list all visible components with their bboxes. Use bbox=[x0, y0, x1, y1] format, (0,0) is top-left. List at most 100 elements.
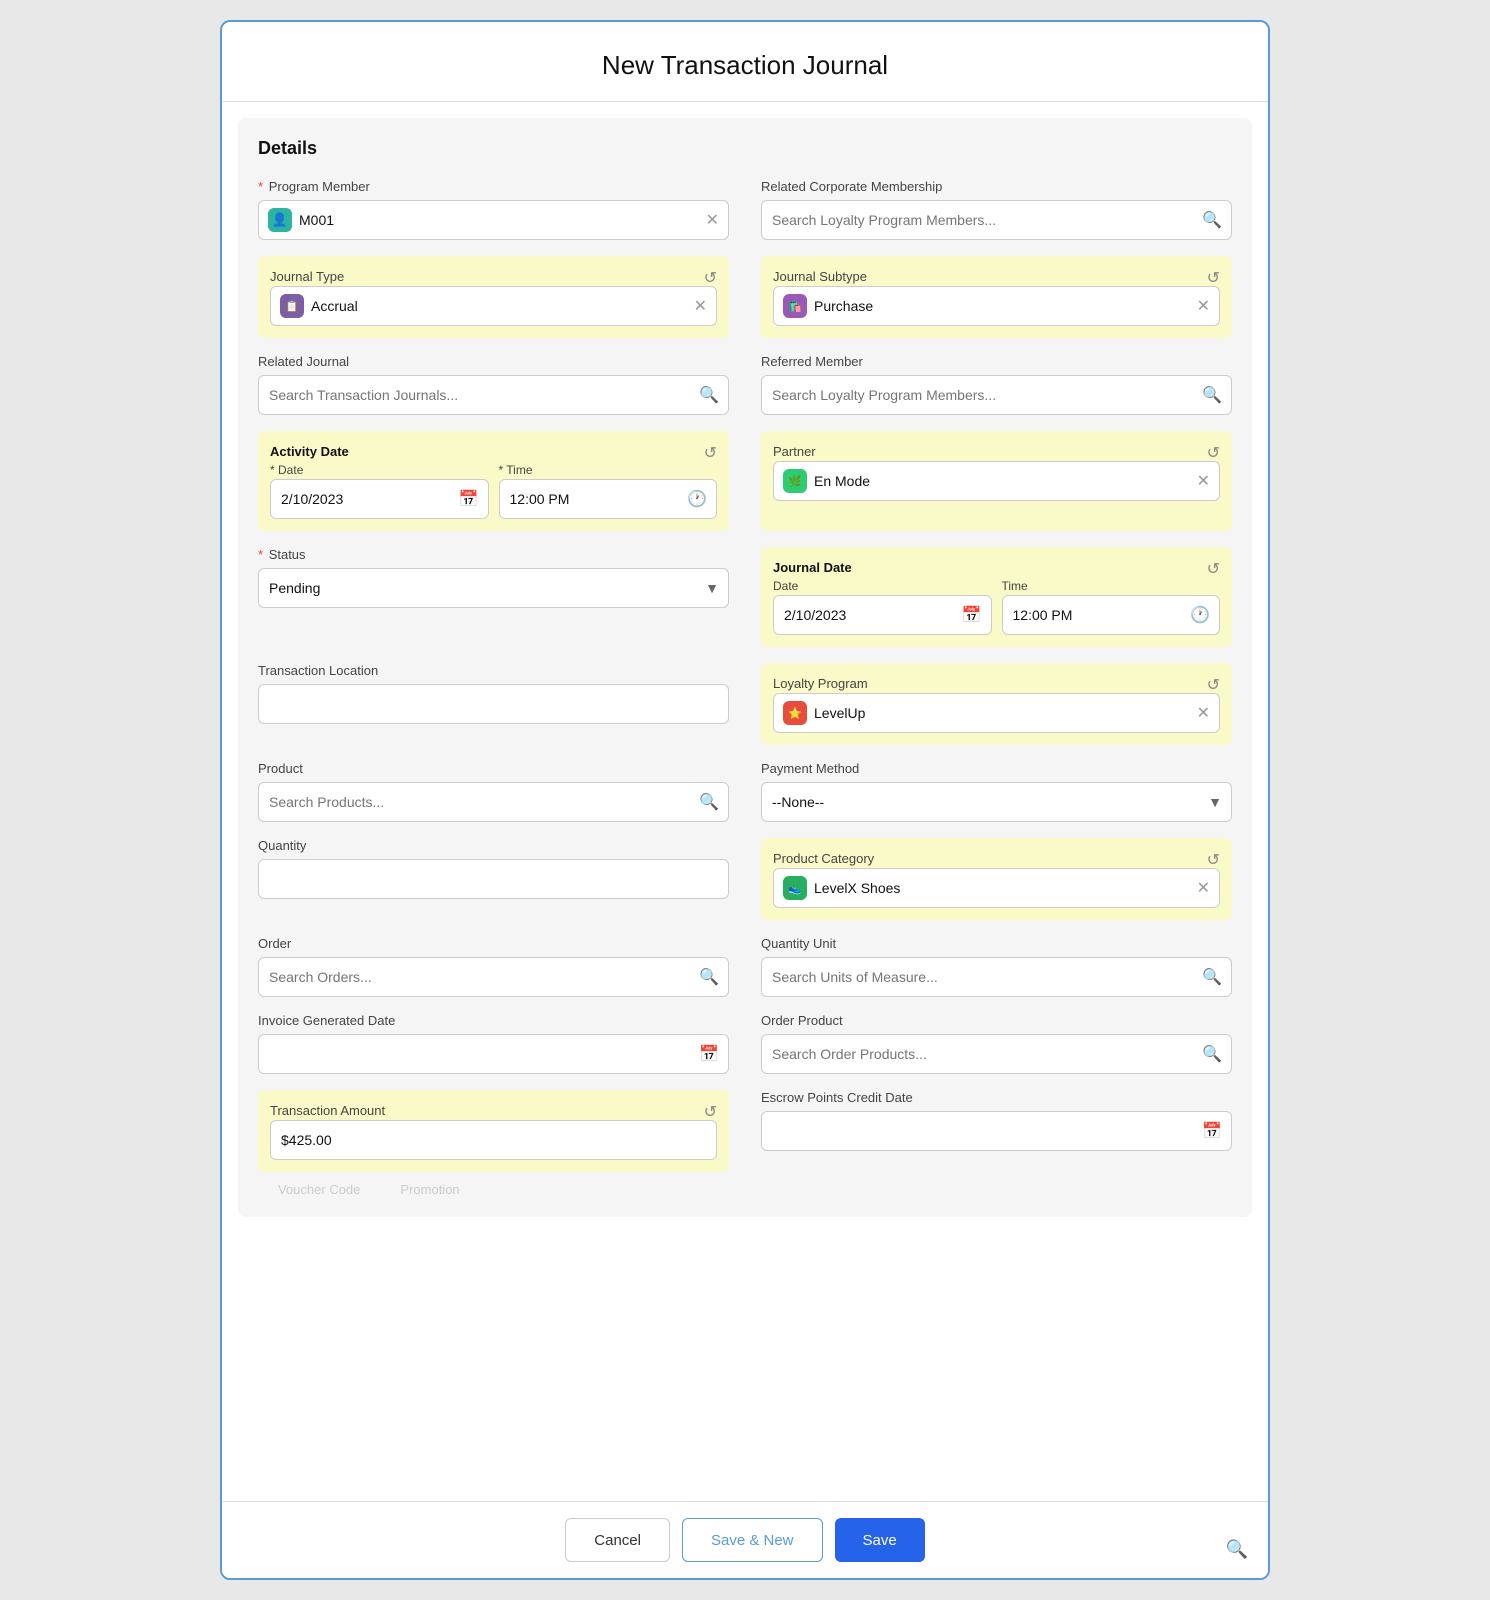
journal-time-input-wrapper: 🕐 bbox=[1002, 595, 1221, 635]
product-category-label: Product Category bbox=[773, 851, 874, 866]
status-label: * Status bbox=[258, 547, 729, 562]
activity-time-clock-icon[interactable]: 🕐 bbox=[687, 489, 707, 509]
invoice-date-calendar-icon[interactable]: 📅 bbox=[699, 1044, 719, 1064]
invoice-generated-date-label: Invoice Generated Date bbox=[258, 1013, 729, 1028]
related-journal-label: Related Journal bbox=[258, 354, 729, 369]
cancel-button[interactable]: Cancel bbox=[565, 1518, 670, 1562]
payment-method-group: Payment Method --None-- Credit Card Cash… bbox=[761, 761, 1232, 822]
program-member-input-wrapper: 👤 ✕ bbox=[258, 200, 729, 240]
levelxshoes-icon: 👟 bbox=[783, 876, 807, 900]
partner-clear-icon[interactable]: ✕ bbox=[1197, 471, 1210, 491]
journal-subtype-reset-button[interactable]: ↺ bbox=[1207, 268, 1220, 288]
journal-date-input-wrapper: 📅 bbox=[773, 595, 992, 635]
referred-member-group: Referred Member 🔍 bbox=[761, 354, 1232, 415]
order-input[interactable] bbox=[258, 957, 729, 997]
loyalty-program-input-wrapper: ⭐ ✕ bbox=[773, 693, 1220, 733]
product-category-reset-button[interactable]: ↺ bbox=[1207, 850, 1220, 870]
quantity-unit-input[interactable] bbox=[761, 957, 1232, 997]
journal-time-clock-icon[interactable]: 🕐 bbox=[1190, 605, 1210, 625]
voucher-code-label-partial: Voucher Code bbox=[278, 1182, 360, 1197]
product-category-input[interactable] bbox=[773, 868, 1220, 908]
partner-input[interactable] bbox=[773, 461, 1220, 501]
referred-member-label: Referred Member bbox=[761, 354, 1232, 369]
order-product-search-icon: 🔍 bbox=[1202, 1044, 1222, 1064]
loyalty-program-input[interactable] bbox=[773, 693, 1220, 733]
transaction-location-label: Transaction Location bbox=[258, 663, 729, 678]
program-member-input[interactable] bbox=[258, 200, 729, 240]
journal-time-subgroup: Time 🕐 bbox=[1002, 577, 1221, 635]
product-group: Product 🔍 bbox=[258, 761, 729, 822]
activity-date-time-row: * Date 📅 * Time bbox=[270, 461, 717, 519]
form-grid: * Program Member 👤 ✕ Related Corporate M… bbox=[258, 179, 1232, 1172]
quantity-input-wrapper bbox=[258, 859, 729, 899]
order-product-group: Order Product 🔍 bbox=[761, 1013, 1232, 1074]
invoice-generated-date-input[interactable] bbox=[258, 1034, 729, 1074]
journal-subtype-group: ↺ Journal Subtype 🛍️ ✕ bbox=[761, 256, 1232, 338]
status-select-wrapper: Pending Active Closed ▼ bbox=[258, 568, 729, 608]
quantity-group: Quantity bbox=[258, 838, 729, 920]
promotion-label-partial: Promotion bbox=[400, 1182, 459, 1197]
order-product-input-wrapper: 🔍 bbox=[761, 1034, 1232, 1074]
product-input[interactable] bbox=[258, 782, 729, 822]
journal-date-calendar-icon[interactable]: 📅 bbox=[962, 605, 982, 625]
escrow-points-credit-date-input[interactable] bbox=[761, 1111, 1232, 1151]
journal-date-label: Journal Date bbox=[773, 560, 852, 575]
loyalty-program-group: ↺ Loyalty Program ⭐ ✕ bbox=[761, 663, 1232, 745]
transaction-location-input[interactable] bbox=[258, 684, 729, 724]
payment-method-select[interactable]: --None-- Credit Card Cash bbox=[761, 782, 1232, 822]
journal-subtype-input[interactable] bbox=[773, 286, 1220, 326]
journal-date-input[interactable] bbox=[773, 595, 992, 635]
partial-footer-row: Voucher Code Promotion bbox=[258, 1172, 1232, 1197]
product-input-wrapper: 🔍 bbox=[258, 782, 729, 822]
activity-date-reset-button[interactable]: ↺ bbox=[704, 443, 717, 463]
invoice-generated-date-input-wrapper: 📅 bbox=[258, 1034, 729, 1074]
transaction-amount-input[interactable] bbox=[270, 1120, 717, 1160]
activity-time-input[interactable] bbox=[499, 479, 718, 519]
escrow-points-calendar-icon[interactable]: 📅 bbox=[1202, 1121, 1222, 1141]
activity-date-subgroup: * Date 📅 bbox=[270, 461, 489, 519]
related-corporate-input[interactable] bbox=[761, 200, 1232, 240]
journal-date-subgroup: Date 📅 bbox=[773, 577, 992, 635]
order-product-input[interactable] bbox=[761, 1034, 1232, 1074]
footer-search-icon[interactable]: 🔍 bbox=[1226, 1539, 1248, 1560]
modal-footer: Cancel Save & New Save 🔍 bbox=[222, 1501, 1268, 1578]
activity-date-group: ↺ Activity Date * Date 📅 bbox=[258, 431, 729, 531]
journal-date-reset-button[interactable]: ↺ bbox=[1207, 559, 1220, 579]
product-category-clear-icon[interactable]: ✕ bbox=[1197, 878, 1210, 898]
partner-reset-button[interactable]: ↺ bbox=[1207, 443, 1220, 463]
activity-date-calendar-icon[interactable]: 📅 bbox=[459, 489, 479, 509]
payment-method-label: Payment Method bbox=[761, 761, 1232, 776]
quantity-unit-label: Quantity Unit bbox=[761, 936, 1232, 951]
journal-date-group: ↺ Journal Date Date 📅 Ti bbox=[761, 547, 1232, 647]
save-new-button[interactable]: Save & New bbox=[682, 1518, 823, 1562]
journal-time-input[interactable] bbox=[1002, 595, 1221, 635]
quantity-unit-group: Quantity Unit 🔍 bbox=[761, 936, 1232, 997]
activity-date-input[interactable] bbox=[270, 479, 489, 519]
program-member-clear-icon[interactable]: ✕ bbox=[706, 210, 719, 230]
journal-type-group: ↺ Journal Type 📋 ✕ bbox=[258, 256, 729, 338]
related-journal-input[interactable] bbox=[258, 375, 729, 415]
escrow-points-credit-date-group: Escrow Points Credit Date 📅 bbox=[761, 1090, 1232, 1172]
related-journal-group: Related Journal 🔍 bbox=[258, 354, 729, 415]
product-category-input-wrapper: 👟 ✕ bbox=[773, 868, 1220, 908]
status-select[interactable]: Pending Active Closed bbox=[258, 568, 729, 608]
partner-input-wrapper: 🌿 ✕ bbox=[773, 461, 1220, 501]
journal-type-reset-button[interactable]: ↺ bbox=[704, 268, 717, 288]
referred-member-input[interactable] bbox=[761, 375, 1232, 415]
activity-time-subgroup: * Time 🕐 bbox=[499, 461, 718, 519]
quantity-unit-search-icon: 🔍 bbox=[1202, 967, 1222, 987]
loyalty-program-clear-icon[interactable]: ✕ bbox=[1197, 703, 1210, 723]
journal-date-sub-label: Date bbox=[773, 579, 798, 593]
save-button[interactable]: Save bbox=[835, 1518, 925, 1562]
loyalty-program-reset-button[interactable]: ↺ bbox=[1207, 675, 1220, 695]
details-section: Details * Program Member 👤 ✕ bbox=[238, 118, 1252, 1217]
accrual-icon: 📋 bbox=[280, 294, 304, 318]
journal-type-clear-icon[interactable]: ✕ bbox=[694, 296, 707, 316]
transaction-amount-reset-button[interactable]: ↺ bbox=[704, 1102, 717, 1122]
journal-subtype-clear-icon[interactable]: ✕ bbox=[1197, 296, 1210, 316]
journal-type-input[interactable] bbox=[270, 286, 717, 326]
quantity-input[interactable] bbox=[258, 859, 729, 899]
section-title: Details bbox=[258, 138, 1232, 159]
journal-subtype-input-wrapper: 🛍️ ✕ bbox=[773, 286, 1220, 326]
order-product-label: Order Product bbox=[761, 1013, 1232, 1028]
